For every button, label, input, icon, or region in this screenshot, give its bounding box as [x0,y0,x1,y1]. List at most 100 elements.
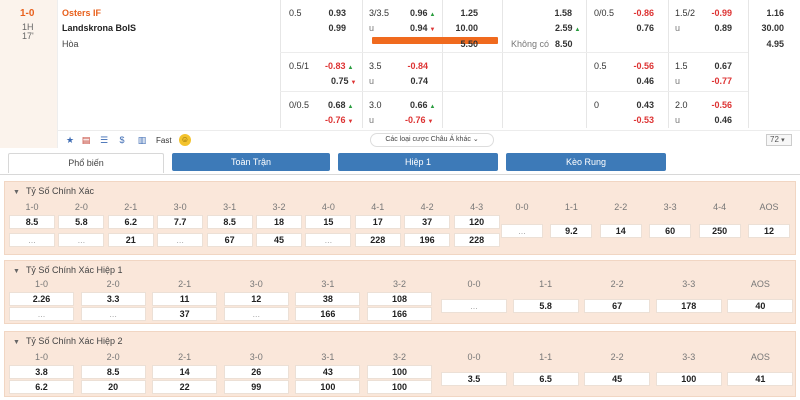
home-team-name[interactable]: Osters IF [62,8,101,18]
ou-under-odds[interactable]: 0.74 [388,76,428,86]
odds-cell[interactable]: 20 [80,380,146,394]
odds-cell[interactable]: 41 [727,372,794,386]
odds-cell[interactable]: 45 [256,233,302,247]
h1-hdp-home-odds[interactable]: -0.86 [614,8,654,18]
odds-cell[interactable]: 5.8 [58,215,105,229]
odds-cell[interactable]: 100 [367,365,432,379]
odds-cell[interactable]: 15 [305,215,352,229]
odds-cell[interactable]: 166 [367,307,432,321]
hdp-away-odds[interactable]: -0.76 ▼ [325,115,353,125]
h1-ou-under-odds[interactable]: -0.77 [692,76,732,86]
odds-cell[interactable]: 43 [295,365,361,379]
x2-away-odds[interactable]: 2.59 ▲ [555,23,580,33]
dollar-icon[interactable]: $ [116,134,128,146]
hdp-home-odds[interactable]: 0.68 ▲ [328,100,353,110]
odds-cell[interactable]: 100 [295,380,361,394]
ou-over-odds[interactable]: 0.66 ▲ [410,100,435,110]
odds-cell[interactable]: 9.2 [550,224,593,238]
odds-cell[interactable]: 2.26 [9,292,74,306]
hdp-home-odds[interactable]: 0.93 [306,8,346,18]
odds-cell[interactable]: 8.5 [9,215,55,229]
odds-cell[interactable]: 196 [404,233,451,247]
odds-cell[interactable]: 6.5 [512,372,579,386]
x2-home-odds[interactable]: 1.58 [532,8,572,18]
h1-hdp-away-odds[interactable]: -0.53 [614,115,654,125]
odds-cell[interactable]: 7.7 [157,215,204,229]
x2-none-odds[interactable]: 8.50 [555,39,573,49]
tab-full-match[interactable]: Toàn Trận [172,153,330,171]
odds-cell[interactable]: ... [441,299,507,313]
odds-cell[interactable]: 26 [223,365,289,379]
odds-cell[interactable]: 14 [152,365,218,379]
h1-ou-over-odds[interactable]: 0.67 [692,61,732,71]
odds-cell[interactable]: ... [501,224,543,238]
bet-count-select[interactable]: 72 ▾ [766,134,792,146]
odds-cell[interactable]: ... [58,233,105,247]
x12-home-odds[interactable]: 1.25 [438,8,478,18]
h1-ou-over-odds[interactable]: -0.99 [692,8,732,18]
odds-cell[interactable]: 8.5 [80,365,146,379]
h1-ou-under-odds[interactable]: 0.46 [692,115,732,125]
star-icon[interactable]: ★ [64,134,76,146]
hdp-away-odds[interactable]: 0.99 [306,23,346,33]
h1-hdp-away-odds[interactable]: 0.76 [614,23,654,33]
odds-cell[interactable]: ... [9,233,55,247]
odds-cell[interactable]: 100 [367,380,432,394]
tab-first-half[interactable]: Hiệp 1 [338,153,498,171]
h1-x12-away-odds[interactable]: 30.00 [744,23,784,33]
odds-cell[interactable]: ... [80,307,146,321]
ou-under-odds[interactable]: 0.94 ▼ [410,23,435,33]
odds-cell[interactable]: 99 [223,380,289,394]
smile-icon[interactable]: ☺ [179,134,191,146]
odds-cell[interactable]: 178 [655,299,722,313]
h1-hdp-home-odds[interactable]: -0.56 [614,61,654,71]
odds-cell[interactable]: 45 [584,372,651,386]
odds-cell[interactable]: 67 [206,233,253,247]
odds-cell[interactable]: 6.2 [9,380,74,394]
odds-cell[interactable]: 108 [367,292,432,306]
odds-cell[interactable]: 17 [354,215,401,229]
ou-over-odds[interactable]: -0.84 [388,61,428,71]
list-icon[interactable]: ☰ [98,134,110,146]
odds-cell[interactable]: 37 [152,307,218,321]
odds-cell[interactable]: 67 [584,299,651,313]
fast-label[interactable]: Fast [156,136,172,145]
odds-cell[interactable]: ... [223,307,289,321]
odds-cell[interactable]: 3.5 [441,372,507,386]
odds-cell[interactable]: ... [157,233,204,247]
section-header[interactable]: ▼ Tỷ Số Chính Xác Hiệp 1 [13,265,123,275]
table-icon[interactable]: ▤ [80,134,92,146]
hdp-away-odds[interactable]: 0.75 ▼ [331,76,356,86]
chart-icon[interactable]: ▥ [136,134,148,146]
section-header[interactable]: ▼ Tỷ Số Chính Xác Hiệp 2 [13,336,123,346]
x12-away-odds[interactable]: 10.00 [438,23,478,33]
h1-ou-under-odds[interactable]: 0.89 [692,23,732,33]
section-header[interactable]: ▼ Tỷ Số Chính Xác [13,186,94,196]
odds-cell[interactable]: 60 [649,224,692,238]
odds-cell[interactable]: 250 [698,224,741,238]
x12-draw-odds[interactable]: 5.50 [438,39,478,49]
odds-cell[interactable]: 40 [727,299,794,313]
h1-hdp-away-odds[interactable]: 0.46 [614,76,654,86]
odds-cell[interactable]: 5.8 [512,299,579,313]
odds-cell[interactable]: 11 [152,292,218,306]
odds-cell[interactable]: 166 [295,307,361,321]
ou-over-odds[interactable]: 0.96 ▲ [410,8,435,18]
odds-cell[interactable]: 12 [748,224,790,238]
h1-hdp-home-odds[interactable]: 0.43 [614,100,654,110]
odds-cell[interactable]: 228 [453,233,500,247]
tab-popular[interactable]: Phổ biến [8,153,164,173]
h1-x12-draw-odds[interactable]: 4.95 [744,39,784,49]
away-team-name[interactable]: Landskrona BoIS [62,23,136,33]
hdp-home-odds[interactable]: -0.83 ▲ [325,61,353,71]
odds-cell[interactable]: 100 [655,372,722,386]
ou-under-odds[interactable]: -0.76 ▼ [405,115,433,125]
odds-cell[interactable]: 12 [223,292,289,306]
odds-cell[interactable]: 6.2 [107,215,154,229]
odds-cell[interactable]: ... [9,307,74,321]
odds-cell[interactable]: 3.3 [80,292,146,306]
odds-cell[interactable]: 14 [599,224,642,238]
odds-cell[interactable]: 3.8 [9,365,74,379]
odds-cell[interactable]: 37 [404,215,451,229]
odds-cell[interactable]: ... [305,233,352,247]
